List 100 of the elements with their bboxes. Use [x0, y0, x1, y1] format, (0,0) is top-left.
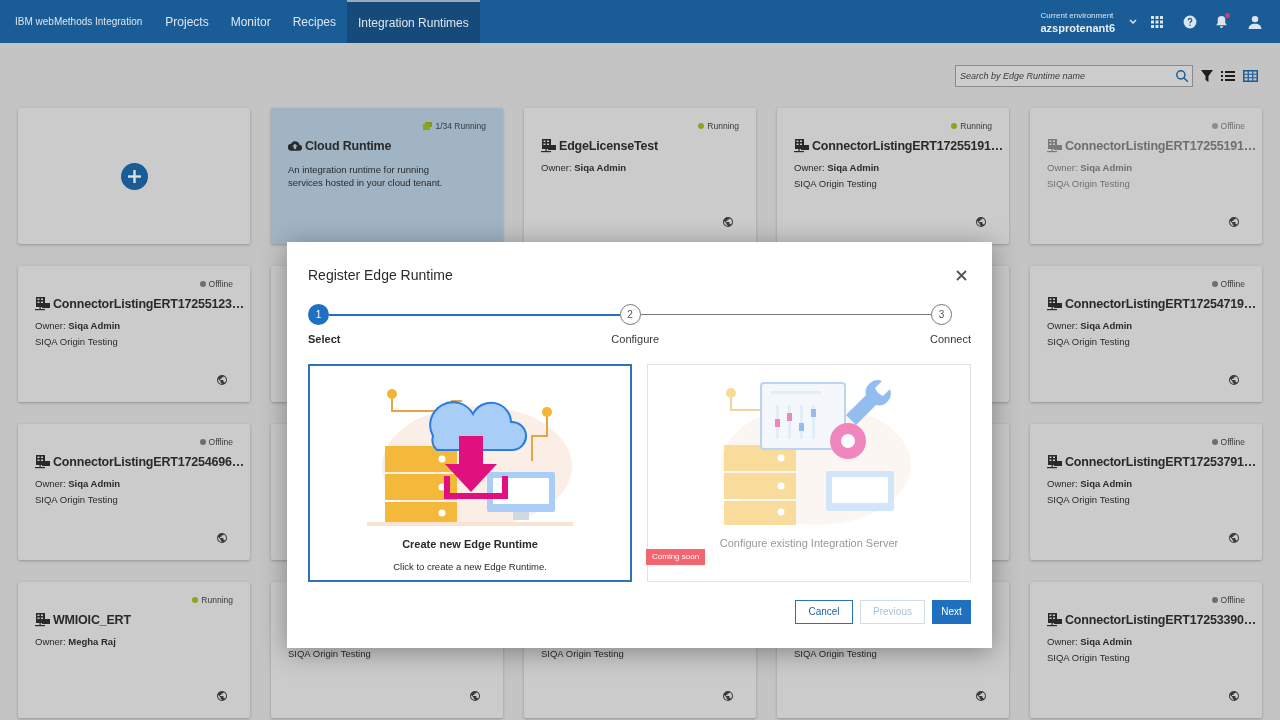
server-icon	[35, 297, 50, 311]
server-icon	[35, 455, 50, 469]
runtime-card[interactable]: Running EdgeLicenseTest Owner: Siqa Admin	[524, 108, 756, 244]
owner-text: Owner: Siqa Admin	[35, 477, 122, 491]
status-label: Offline	[208, 435, 233, 449]
runtime-card[interactable]: Offline ConnectorListingERT17254719… Owner: Siqa Admin SIQA Origin Testing	[1030, 266, 1262, 402]
card-title: WMIOIC_ERT	[53, 611, 131, 629]
nav-tab[interactable]: Integration Runtimes	[347, 0, 480, 43]
status-label: Offline	[1220, 119, 1245, 133]
card-description: SIQA Origin Testing	[288, 647, 371, 660]
card-title: EdgeLicenseTest	[559, 137, 658, 155]
owner-text: Owner: Siqa Admin	[541, 161, 628, 175]
search-field[interactable]: Search by Edge Runtime name	[955, 65, 1193, 87]
globe-icon	[722, 690, 734, 702]
server-icon	[1047, 139, 1062, 153]
server-icon	[1047, 613, 1062, 627]
user-icon[interactable]	[1248, 14, 1262, 29]
card-description: SIQA Origin Testing	[794, 647, 877, 660]
step-number: 2	[619, 304, 641, 325]
card-description: An integration runtime for running services hosted in your cloud tenant.	[288, 163, 444, 189]
runtime-card[interactable]: Offline ConnectorListingERT17253390… Owner: Siqa Admin SIQA Origin Testing	[1030, 582, 1262, 718]
step-label: Connect	[930, 332, 971, 347]
globe-icon	[975, 690, 987, 702]
card-title: ConnectorListingERT17255123…	[53, 295, 244, 313]
list-view-icon[interactable]	[1221, 70, 1235, 82]
status-label: Offline	[1220, 593, 1245, 607]
step-label: Select	[308, 332, 341, 347]
runtime-card[interactable]: Offline ConnectorListingERT17255123… Owner: Siqa Admin SIQA Origin Testing	[18, 266, 250, 402]
server-icon	[794, 139, 809, 153]
environment-label: Current environment	[1040, 9, 1115, 22]
card-description: SIQA Origin Testing	[1047, 177, 1131, 191]
globe-icon	[975, 216, 987, 228]
runtime-card[interactable]: Offline ConnectorListingERT17253791… Owner: Siqa Admin SIQA Origin Testing	[1030, 424, 1262, 560]
card-title: ConnectorListingERT17254696…	[53, 453, 244, 471]
card-title: ConnectorListingERT17255191…	[1065, 137, 1256, 155]
card-title: ConnectorListingERT17255191…	[812, 137, 1003, 155]
globe-icon	[1228, 374, 1240, 386]
server-icon	[1047, 455, 1062, 469]
card-description: SIQA Origin Testing	[794, 177, 878, 191]
runtime-card[interactable]: Offline ConnectorListingERT17254696… Owner: Siqa Admin SIQA Origin Testing	[18, 424, 250, 560]
globe-icon	[469, 690, 481, 702]
bell-icon[interactable]	[1215, 14, 1228, 29]
dialog-title: Register Edge Runtime	[308, 265, 453, 285]
nav-tab[interactable]: Recipes	[281, 0, 348, 43]
option-title: Create new Edge Runtime	[402, 536, 538, 552]
close-icon[interactable]	[956, 269, 967, 281]
status-label: Running	[201, 593, 233, 607]
status-label: Running	[707, 119, 739, 133]
stack-icon	[423, 122, 433, 130]
card-title: ConnectorListingERT17253390…	[1065, 611, 1256, 629]
globe-icon	[1228, 690, 1240, 702]
owner-text: Owner: Megha Raj	[35, 635, 117, 649]
nav-tab[interactable]: Monitor	[219, 0, 282, 43]
status-label: 1/34 Running	[435, 119, 486, 133]
owner-text: Owner: Siqa Admin	[1047, 319, 1134, 333]
globe-icon	[722, 216, 734, 228]
card-title: ConnectorListingERT17254719…	[1065, 295, 1256, 313]
grid-view-icon[interactable]	[1243, 70, 1258, 82]
owner-text: Owner: Siqa Admin	[1047, 635, 1134, 649]
status-label: Offline	[1220, 277, 1245, 291]
status-label: Offline	[208, 277, 233, 291]
owner-text: Owner: Siqa Admin	[1047, 161, 1134, 175]
card-description: SIQA Origin Testing	[1047, 335, 1131, 349]
owner-text: Owner: Siqa Admin	[35, 319, 122, 333]
app-grid-icon[interactable]	[1151, 15, 1163, 28]
card-description: SIQA Origin Testing	[541, 647, 624, 660]
step-number: 3	[931, 304, 952, 325]
runtime-card[interactable]: Running ConnectorListingERT17255191… Owner: Siqa Admin SIQA Origin Testing	[777, 108, 1009, 244]
help-icon[interactable]	[1183, 14, 1197, 29]
app-logo[interactable]: IBM webMethods Integration	[15, 14, 143, 29]
cloud-upload-icon	[288, 140, 302, 152]
card-description: SIQA Origin Testing	[35, 335, 119, 349]
status-label: Running	[960, 119, 992, 133]
server-icon	[1047, 297, 1062, 311]
option-card[interactable]: Create new Edge Runtime Click to create a new Edge Runtime.	[308, 363, 632, 582]
option-title: Configure existing Integration Server	[719, 535, 899, 551]
next-button[interactable]: Next	[932, 599, 971, 624]
globe-icon	[1228, 216, 1240, 228]
card-title: Cloud Runtime	[305, 137, 392, 155]
chevron-down-icon[interactable]	[1129, 18, 1137, 25]
step-number: 1	[308, 304, 329, 325]
environment-name[interactable]: azsprotenant6	[1040, 21, 1115, 34]
option-description: Click to create a new Edge Runtime.	[393, 560, 547, 574]
card-description: SIQA Origin Testing	[1047, 493, 1131, 507]
nav-tab[interactable]: Projects	[154, 0, 220, 43]
dialog-button[interactable]: Cancel	[795, 599, 853, 624]
card-title: ConnectorListingERT17253791…	[1065, 453, 1256, 471]
globe-icon	[1228, 532, 1240, 544]
runtime-card[interactable]: Running WMIOIC_ERT Owner: Megha Raj	[18, 582, 250, 718]
status-label: Offline	[1220, 435, 1245, 449]
card-description: SIQA Origin Testing	[35, 493, 119, 507]
runtime-card[interactable]: 1/34 Running Cloud Runtime An integration runtime for running services hosted in your cloud tenant.	[271, 108, 503, 244]
globe-icon	[216, 532, 228, 544]
server-icon	[541, 139, 556, 153]
card-description: SIQA Origin Testing	[1047, 651, 1131, 665]
search-icon[interactable]	[1175, 69, 1189, 83]
plus-circle-icon[interactable]	[120, 162, 148, 190]
filter-icon[interactable]	[1201, 70, 1213, 82]
step-label: Configure	[611, 332, 660, 347]
owner-text: Owner: Siqa Admin	[1047, 477, 1134, 491]
